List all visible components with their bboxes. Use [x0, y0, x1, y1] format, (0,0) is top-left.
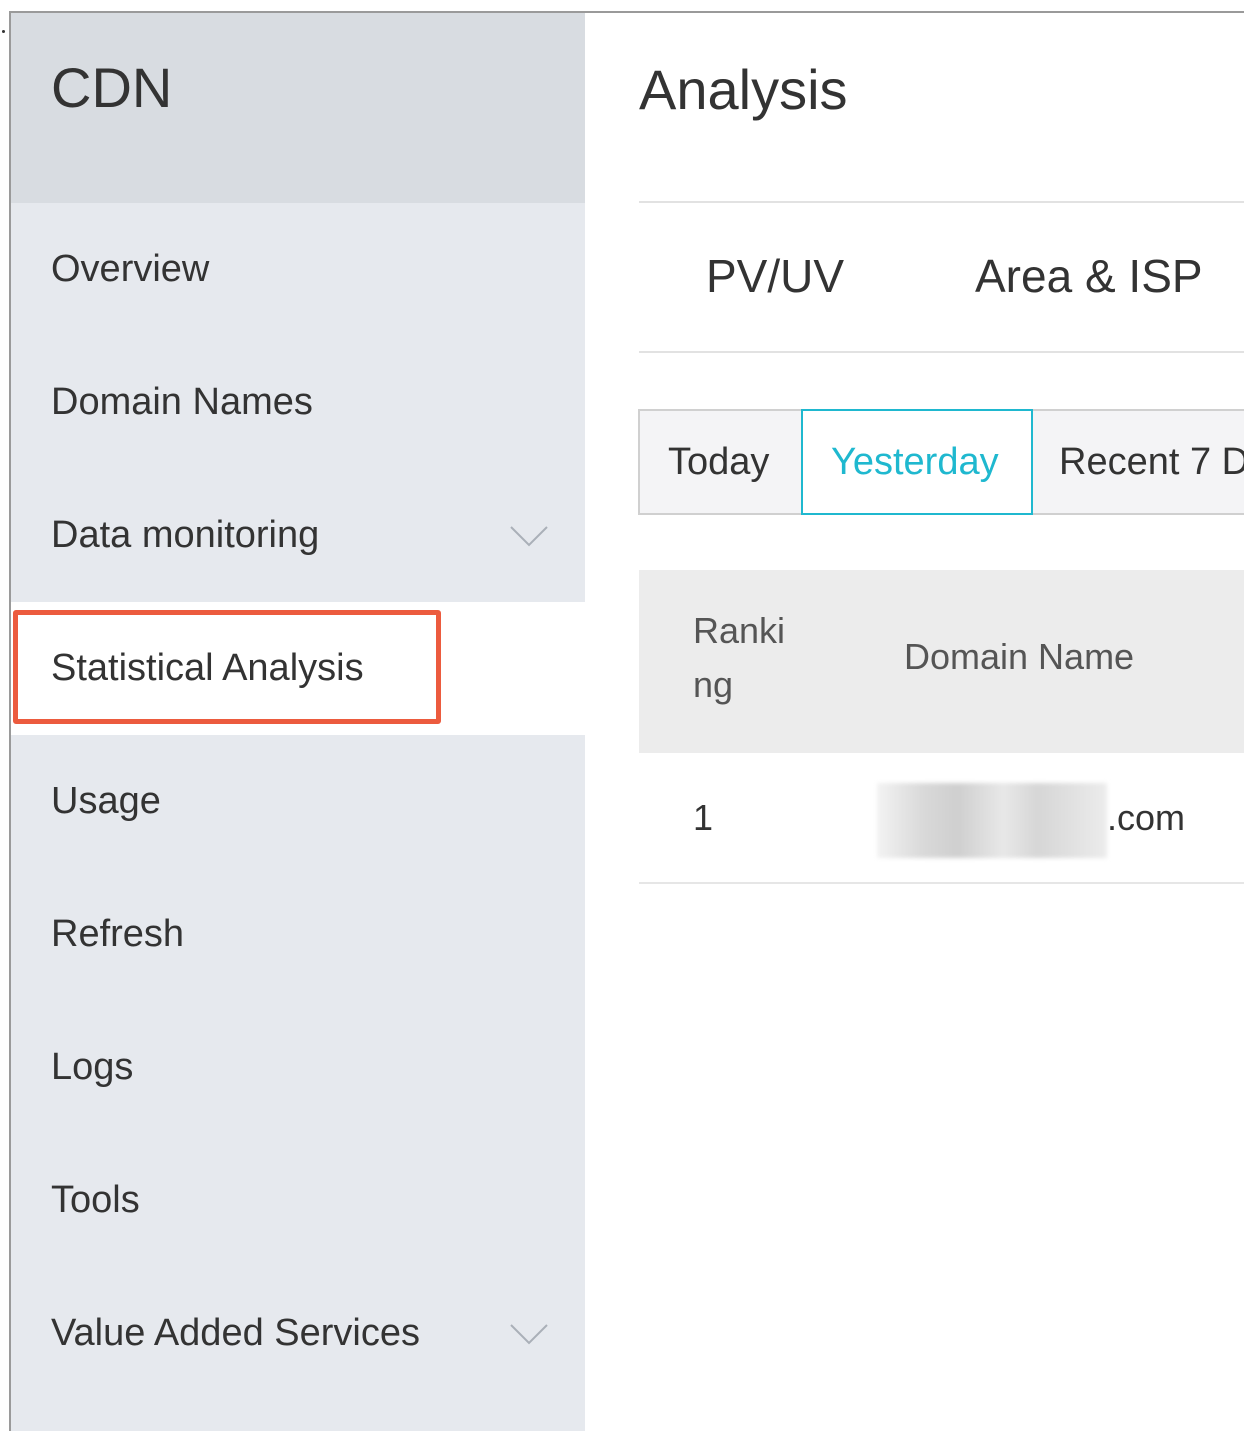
- app-window: CDN Overview Domain Names Data monitorin…: [9, 11, 1244, 1431]
- tab-area-isp[interactable]: Area & ISP: [975, 249, 1203, 303]
- divider: [639, 351, 1244, 353]
- sidebar-item-label: Usage: [51, 780, 161, 822]
- sidebar-item-overview[interactable]: Overview: [11, 203, 585, 336]
- recent-7-days-button[interactable]: Recent 7 D: [1033, 411, 1244, 513]
- sidebar-item-logs[interactable]: Logs: [11, 1001, 585, 1134]
- sidebar-item-usage[interactable]: Usage: [11, 735, 585, 868]
- sidebar-item-value-added-services[interactable]: Value Added Services: [11, 1267, 585, 1400]
- sidebar-header: CDN: [11, 13, 585, 203]
- ranking-cell: 1: [693, 797, 714, 838]
- column-header-ranking-line1: Ranki: [693, 610, 786, 651]
- sidebar-item-label: Refresh: [51, 913, 185, 955]
- table-row[interactable]: 1 .com: [639, 753, 1244, 884]
- time-range-selector: Today Yesterday Recent 7 D: [638, 409, 1244, 515]
- page-title: Analysis: [639, 58, 848, 121]
- chevron-down-icon: [510, 525, 548, 546]
- today-button[interactable]: Today: [640, 411, 802, 513]
- stray-dot: [2, 30, 5, 33]
- column-header-domain-name[interactable]: Domain Name: [904, 636, 1134, 678]
- sidebar-item-tools[interactable]: Tools: [11, 1134, 585, 1267]
- yesterday-button[interactable]: Yesterday: [801, 409, 1033, 515]
- table-header: Ranki ng Domain Name: [639, 570, 1244, 753]
- main-content: Analysis PV/UV Area & ISP Today Yesterda…: [585, 13, 1244, 1431]
- sidebar-item-domain-names[interactable]: Domain Names: [11, 336, 585, 469]
- sidebar-item-label: Logs: [51, 1046, 134, 1088]
- product-title: CDN: [51, 55, 173, 119]
- sidebar-item-label: Overview: [51, 248, 210, 290]
- sidebar-item-statistical-analysis[interactable]: Statistical Analysis: [11, 602, 585, 735]
- sidebar-item-label: Data monitoring: [51, 514, 320, 556]
- divider: [639, 201, 1244, 203]
- sidebar-item-label: Domain Names: [51, 381, 313, 423]
- sidebar-item-refresh[interactable]: Refresh: [11, 868, 585, 1001]
- sidebar-item-label: Statistical Analysis: [51, 647, 364, 689]
- sidebar-item-label: Tools: [51, 1179, 140, 1221]
- domain-name-cell: .com: [1107, 797, 1186, 838]
- sidebar-item-data-monitoring[interactable]: Data monitoring: [11, 469, 585, 602]
- sidebar: CDN Overview Domain Names Data monitorin…: [11, 13, 585, 1431]
- chevron-down-icon: [510, 1323, 548, 1344]
- tab-pv-uv[interactable]: PV/UV: [706, 249, 844, 303]
- column-header-ranking-line2: ng: [693, 664, 734, 705]
- redacted-domain: [877, 783, 1107, 858]
- sidebar-item-label: Value Added Services: [51, 1312, 420, 1354]
